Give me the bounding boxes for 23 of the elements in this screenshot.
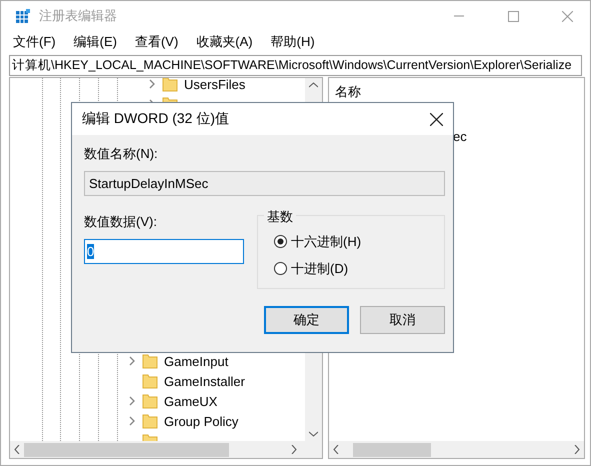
menu-item[interactable]: 文件(F) xyxy=(9,33,60,51)
address-field[interactable]: 计算机\HKEY_LOCAL_MACHINE\SOFTWARE\Microsoft\Windows\CurrentVersion\Explorer\Serialize xyxy=(9,55,582,76)
radio-label[interactable]: 十进制(D) xyxy=(291,260,348,278)
name-field: StartupDelayInMSec xyxy=(84,171,445,196)
dialog-title: 编辑 DWORD (32 位)值 xyxy=(82,110,229,128)
column-header[interactable]: 名称 xyxy=(329,78,584,104)
dialog-button[interactable]: 取消 xyxy=(360,306,445,334)
tree-item[interactable]: GameInstaller xyxy=(164,374,245,388)
tree-item[interactable]: Group Policy xyxy=(164,414,238,428)
value-field[interactable]: 0 xyxy=(84,239,244,264)
group-label: 基数 xyxy=(264,208,296,226)
menu-item[interactable]: 帮助(H) xyxy=(266,33,319,51)
window-title: 注册表编辑器 xyxy=(39,7,118,25)
field-label: 数值数据(V): xyxy=(84,213,158,231)
tree-item[interactable]: UsersFiles xyxy=(184,78,246,92)
field-label: 数值名称(N): xyxy=(84,145,159,163)
radio-label[interactable]: 十六进制(H) xyxy=(291,232,362,250)
menu-item[interactable]: 收藏夹(A) xyxy=(192,33,257,51)
menu-item[interactable]: 查看(V) xyxy=(130,33,182,51)
dialog-button[interactable]: 确定 xyxy=(264,306,349,334)
tree-item[interactable]: GameUX xyxy=(164,394,218,408)
menu-item[interactable]: 编辑(E) xyxy=(70,33,121,51)
tree-item[interactable]: GameInput xyxy=(164,354,228,368)
